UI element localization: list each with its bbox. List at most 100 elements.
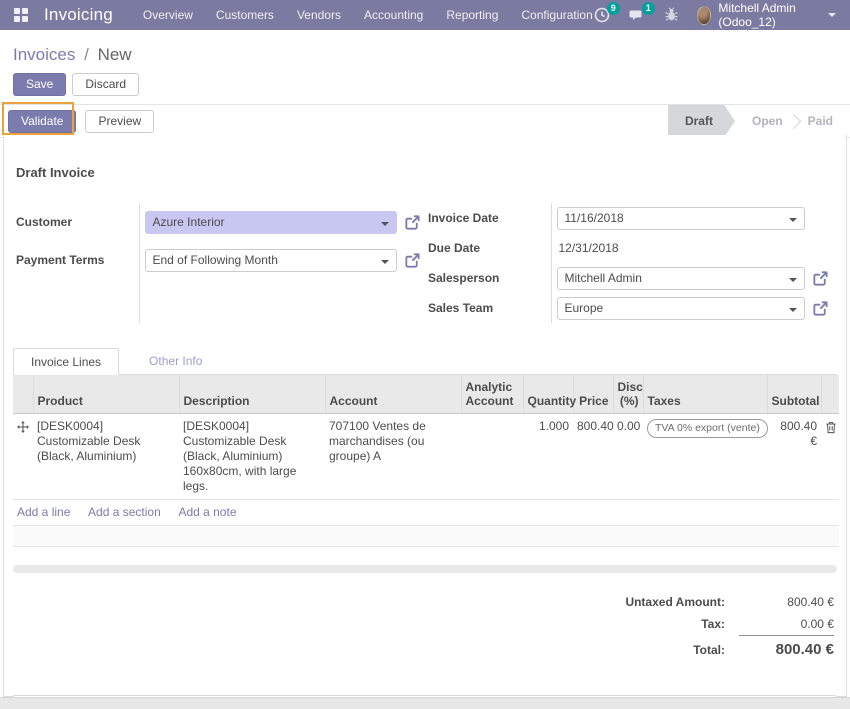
payment-terms-value: End of Following Month — [153, 253, 278, 267]
menu-configuration[interactable]: Configuration — [521, 8, 592, 22]
col-subtotal[interactable]: Subtotal — [767, 375, 821, 414]
cell-disc[interactable]: 0.00 — [613, 414, 643, 500]
invoice-lines-table: Product Description Account Analytic Acc… — [13, 375, 839, 547]
menu-reporting[interactable]: Reporting — [446, 8, 498, 22]
activity-count-badge: 9 — [607, 2, 620, 15]
form-group-right: Invoice Date 11/16/2018 Due Date 12/31/2… — [425, 203, 837, 323]
cell-subtotal: 800.40 € — [767, 414, 821, 500]
tab-other-info[interactable]: Other Info — [132, 348, 219, 374]
invoice-date-field[interactable]: 11/16/2018 — [557, 207, 805, 230]
statusbar-panel: Validate Preview Draft Open Paid — [0, 104, 850, 138]
customer-field[interactable]: Azure Interior — [145, 211, 397, 234]
main-menu: Overview Customers Vendors Accounting Re… — [143, 8, 593, 22]
due-date-label: Due Date — [425, 233, 551, 263]
cell-description[interactable]: [DESK0004] Customizable Desk (Black, Alu… — [179, 414, 325, 500]
col-description[interactable]: Description — [179, 375, 325, 414]
save-button[interactable]: Save — [13, 73, 66, 96]
cell-account[interactable]: 707100 Ventes de marchandises (ou groupe… — [325, 414, 461, 500]
discard-button[interactable]: Discard — [72, 73, 139, 96]
stage-paid[interactable]: Paid — [791, 105, 850, 138]
notebook-tabs: Invoice Lines Other Info — [13, 348, 837, 375]
message-count-badge: 1 — [642, 2, 655, 15]
external-link-icon[interactable] — [812, 270, 829, 287]
form-groups: Customer Azure Interior Payment Terms — [13, 203, 837, 323]
tab-invoice-lines[interactable]: Invoice Lines — [13, 348, 119, 375]
col-quantity[interactable]: Quantity — [523, 375, 573, 414]
cell-taxes[interactable]: TVA 0% export (vente) — [643, 414, 767, 500]
col-taxes[interactable]: Taxes — [643, 375, 767, 414]
add-a-note-link[interactable]: Add a note — [178, 505, 236, 519]
user-name: Mitchell Admin (Odoo_12) — [718, 1, 821, 29]
salesperson-field[interactable]: Mitchell Admin — [557, 267, 805, 290]
add-a-section-link[interactable]: Add a section — [88, 505, 161, 519]
salesperson-value: Mitchell Admin — [565, 271, 642, 285]
handle-column-header — [13, 375, 33, 414]
cell-quantity[interactable]: 1.000 — [523, 414, 573, 500]
table-footer-links-row: Add a line Add a section Add a note — [13, 500, 839, 526]
col-analytic-account[interactable]: Analytic Account — [461, 375, 523, 414]
bug-icon — [663, 6, 680, 23]
messages-icon[interactable]: 1 — [628, 6, 646, 24]
user-menu[interactable]: Mitchell Admin (Odoo_12) — [697, 1, 836, 29]
payment-terms-label: Payment Terms — [13, 241, 139, 279]
top-navbar: Invoicing Overview Customers Vendors Acc… — [0, 0, 850, 30]
breadcrumb: Invoices / New — [13, 45, 850, 65]
form-group-left: Customer Azure Interior Payment Terms — [13, 203, 425, 323]
tax-tag[interactable]: TVA 0% export (vente) — [647, 419, 768, 438]
external-link-icon[interactable] — [404, 214, 421, 231]
invoice-line-row[interactable]: [DESK0004] Customizable Desk (Black, Alu… — [13, 414, 839, 500]
untaxed-amount-label: Untaxed Amount: — [524, 591, 739, 613]
col-disc[interactable]: Disc (%) — [613, 375, 643, 414]
invoice-form-sheet: Draft Invoice Customer Azure Interior — [3, 135, 847, 697]
caret-down-icon — [789, 308, 797, 312]
tax-label: Tax: — [524, 613, 739, 635]
col-product[interactable]: Product — [33, 375, 179, 414]
menu-accounting[interactable]: Accounting — [364, 8, 423, 22]
salesperson-label: Salesperson — [425, 263, 551, 293]
validate-button[interactable]: Validate — [8, 110, 76, 133]
external-link-icon[interactable] — [404, 252, 421, 269]
record-buttons: Save Discard — [13, 73, 850, 96]
debug-icon[interactable] — [663, 6, 680, 24]
col-price[interactable]: Price — [573, 375, 613, 414]
activities-icon[interactable]: 9 — [593, 6, 611, 24]
horizontal-scrollbar[interactable] — [13, 565, 837, 573]
add-a-line-link[interactable]: Add a line — [17, 505, 70, 519]
breadcrumb-invoices[interactable]: Invoices — [13, 45, 75, 64]
caret-down-icon — [381, 222, 389, 226]
table-header-row: Product Description Account Analytic Acc… — [13, 375, 839, 414]
drag-handle-icon[interactable] — [13, 414, 33, 500]
menu-vendors[interactable]: Vendors — [297, 8, 341, 22]
systray: 9 1 Mitchell Admin (Odoo_12) — [593, 1, 836, 29]
col-account[interactable]: Account — [325, 375, 461, 414]
pipeline-statusbar: Draft Open Paid — [668, 105, 850, 137]
cell-product[interactable]: [DESK0004] Customizable Desk (Black, Alu… — [33, 414, 179, 500]
preview-button[interactable]: Preview — [85, 110, 154, 133]
totals-block: Untaxed Amount: 800.40 € Tax: 0.00 € Tot… — [524, 591, 834, 662]
total-label: Total: — [524, 638, 739, 661]
apps-menu-icon[interactable] — [14, 8, 28, 22]
trash-column-header — [821, 375, 839, 414]
user-avatar — [697, 6, 712, 25]
caret-down-icon — [381, 260, 389, 264]
chevron-down-icon — [828, 13, 836, 17]
breadcrumb-separator: / — [84, 45, 89, 64]
breadcrumb-current: New — [98, 45, 132, 64]
external-link-icon[interactable] — [812, 300, 829, 317]
delete-line-icon[interactable] — [821, 414, 839, 500]
stage-draft[interactable]: Draft — [668, 105, 735, 138]
menu-customers[interactable]: Customers — [216, 8, 274, 22]
sales-team-field[interactable]: Europe — [557, 297, 805, 320]
invoice-date-value: 11/16/2018 — [565, 211, 624, 225]
invoice-date-label: Invoice Date — [425, 203, 551, 233]
menu-overview[interactable]: Overview — [143, 8, 193, 22]
cell-price[interactable]: 800.40 — [573, 414, 613, 500]
caret-down-icon — [789, 278, 797, 282]
customer-value: Azure Interior — [153, 215, 225, 229]
cell-analytic-account[interactable] — [461, 414, 523, 500]
total-value: 800.40 € — [739, 635, 834, 662]
app-name[interactable]: Invoicing — [44, 5, 113, 25]
payment-terms-field[interactable]: End of Following Month — [145, 249, 397, 272]
customer-label: Customer — [13, 203, 139, 241]
sales-team-value: Europe — [565, 301, 604, 315]
